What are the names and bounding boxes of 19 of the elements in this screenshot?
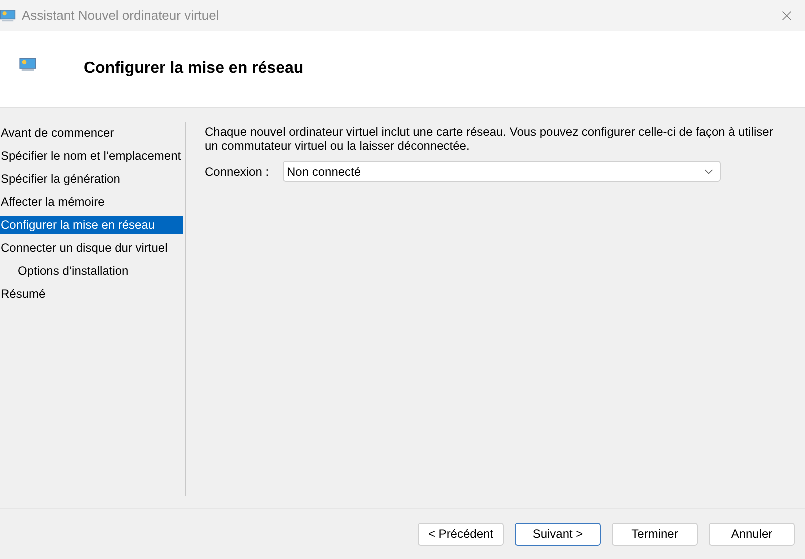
sidebar-item[interactable]: Spécifier la génération [0,170,184,188]
window-title: Assistant Nouvel ordinateur virtuel [22,6,220,25]
page-heading: Configurer la mise en réseau [84,59,304,79]
sidebar-item[interactable]: Spécifier le nom et l’emplacement [0,147,184,165]
sidebar-item[interactable]: Options d’installation [0,262,184,280]
connection-label: Connexion : [205,164,270,180]
sidebar-item[interactable]: Connecter un disque dur virtuel [0,239,184,257]
connection-dropdown[interactable]: Non connecté [283,161,721,182]
sidebar-item[interactable]: Configurer la mise en réseau [0,216,184,234]
monitor-icon [0,8,16,22]
wizard-button[interactable]: Annuler [709,522,795,546]
description-text: Chaque nouvel ordinateur virtuel inclut une carte réseau. Vous pouvez configurer celle-ci de façon à utiliser un commutateur virtuel ou la laisser déconnectée. [205,125,774,153]
sidebar-item[interactable]: Affecter la mémoire [0,193,184,211]
wizard-button[interactable]: Suivant > [515,522,601,546]
wizard-button[interactable]: < Précédent [418,522,504,546]
monitor-icon [18,58,38,72]
wizard-button[interactable]: Terminer [612,522,698,546]
sidebar-item[interactable]: Avant de commencer [0,124,184,142]
sidebar-item[interactable]: Résumé [0,285,184,303]
